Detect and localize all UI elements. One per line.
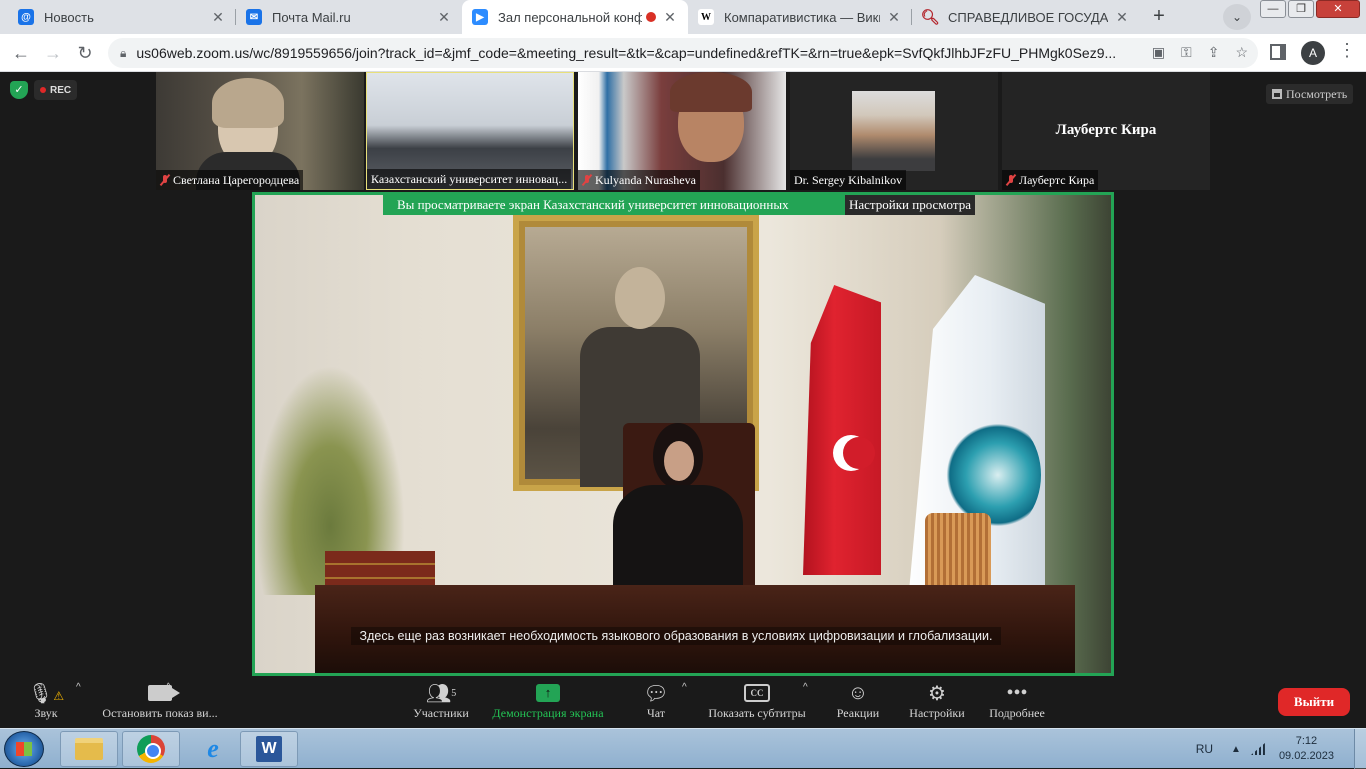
key-icon[interactable]: ⚿ — [1181, 44, 1192, 61]
participant-tile[interactable]: Светлана Царегородцева — [156, 72, 364, 190]
zoom-icon: ▶ — [472, 9, 488, 25]
more-dots-icon: ••• — [1006, 681, 1028, 704]
audio-options-caret-icon[interactable]: ^ — [76, 682, 81, 693]
tab-mail[interactable]: ✉ Почта Mail.ru ✕ — [236, 0, 462, 34]
chat-options-caret-icon[interactable]: ^ — [682, 682, 687, 693]
tab-zoom-meeting[interactable]: ▶ Зал персональной конфе ✕ — [462, 0, 688, 34]
rec-dot-icon — [40, 87, 46, 93]
show-desktop-button[interactable] — [1354, 729, 1366, 769]
participants-icon: 👥︎ — [425, 682, 452, 705]
participant-display-name: Лаубертс Кира — [1055, 122, 1157, 138]
word-icon: W — [256, 736, 282, 762]
address-bar[interactable]: 🔒︎ us06web.zoom.us/wc/8919559656/join?tr… — [108, 38, 1258, 68]
mail-at-icon: @ — [18, 9, 34, 25]
meeting-controls-bar: 🎙︎⚠ Звук ^ Остановить показ ви... ^ 👥︎ 5 … — [0, 676, 1366, 728]
system-tray: RU ▲ 7:12 09.02.2023 — [1196, 729, 1366, 769]
view-button[interactable]: Посмотреть — [1266, 84, 1354, 104]
mic-muted-icon — [1006, 174, 1016, 186]
more-button[interactable]: ••• Подробнее — [986, 680, 1048, 726]
close-icon[interactable]: ✕ — [210, 9, 226, 26]
screen-share-view[interactable]: Здесь еще раз возникает необходимость яз… — [252, 192, 1114, 676]
taskbar-explorer[interactable] — [60, 731, 118, 767]
participant-tile[interactable]: Лаубертс Кира Лаубертс Кира — [1002, 72, 1210, 190]
bookmark-star-icon[interactable]: ☆ — [1235, 44, 1248, 61]
audio-button[interactable]: 🎙︎⚠ Звук — [22, 680, 70, 726]
taskbar-chrome[interactable] — [122, 731, 180, 767]
window-close-button[interactable]: ✕ — [1316, 0, 1360, 18]
internet-explorer-icon: e — [207, 734, 219, 763]
windows-taskbar: e W RU ▲ 7:12 09.02.2023 — [0, 728, 1366, 769]
participant-photo — [852, 91, 935, 171]
recording-badge[interactable]: REC — [34, 80, 78, 100]
share-screen-button[interactable]: ↑ Демонстрация экрана — [490, 680, 606, 726]
start-button[interactable] — [4, 731, 44, 767]
show-hidden-icons-icon[interactable]: ▲ — [1231, 744, 1241, 755]
show-subtitles-button[interactable]: CC Показать субтитры — [704, 680, 810, 726]
close-icon[interactable]: ✕ — [1114, 9, 1130, 26]
closed-captions-icon: CC — [744, 684, 770, 702]
chrome-icon — [137, 735, 165, 763]
share-banner: Вы просматриваете экран Казахстанский ун… — [383, 195, 863, 215]
encryption-shield-icon[interactable]: ✓ — [10, 81, 28, 99]
leave-button[interactable]: Выйти — [1278, 688, 1350, 716]
subtitles-options-caret-icon[interactable]: ^ — [803, 682, 808, 693]
tab-novost[interactable]: @ Новость ✕ — [8, 0, 236, 34]
window-controls: — ❐ ✕ — [1260, 0, 1360, 18]
video-options-caret-icon[interactable]: ^ — [166, 682, 171, 693]
back-arrow-icon[interactable]: ← — [8, 40, 34, 66]
close-icon[interactable]: ✕ — [436, 9, 452, 26]
side-panel-icon[interactable] — [1270, 44, 1286, 60]
taskbar-internet-explorer[interactable]: e — [184, 731, 242, 767]
reload-icon[interactable]: ↻ — [72, 40, 98, 66]
search-icon: 🔍︎ — [920, 9, 940, 26]
tab-search-menu-icon[interactable]: ⌄ — [1223, 4, 1251, 30]
participants-button[interactable]: 👥︎ 5 Участники — [410, 680, 472, 726]
settings-button[interactable]: ⚙︎ Настройки — [906, 680, 968, 726]
clock[interactable]: 7:12 09.02.2023 — [1279, 734, 1334, 764]
share-screen-icon: ↑ — [536, 684, 560, 702]
stop-video-button[interactable]: Остановить показ ви... — [100, 680, 220, 726]
view-options-button[interactable]: Настройки просмотра — [845, 195, 975, 215]
zoom-meeting-area: ✓ REC Посмотреть Светлана Царегородцева … — [0, 72, 1366, 676]
browser-menu-icon[interactable]: ⋮ — [1338, 40, 1356, 61]
turkish-flag — [803, 285, 881, 575]
chat-button[interactable]: 💬︎ Чат — [636, 680, 676, 726]
mic-muted-icon — [160, 174, 170, 186]
participant-tile-active-speaker[interactable]: Казахстанский университет инновац... — [366, 72, 574, 190]
recording-indicator-icon — [646, 12, 656, 22]
tab-wikipedia[interactable]: W Компаративистика — Википе ✕ — [688, 0, 912, 34]
maximize-button[interactable]: ❐ — [1288, 0, 1314, 18]
smiley-plus-icon: ☺︎ — [847, 681, 869, 704]
chat-bubble-icon: 💬︎ — [643, 682, 669, 705]
share-icon[interactable]: ⇪ — [1208, 44, 1220, 61]
new-tab-button[interactable]: + — [1145, 4, 1173, 30]
minimize-button[interactable]: — — [1260, 0, 1286, 18]
lock-icon[interactable]: 🔒︎ — [120, 46, 126, 61]
participants-count: 5 — [451, 687, 457, 699]
popup-blocked-icon[interactable]: ▣ — [1152, 44, 1165, 61]
language-indicator[interactable]: RU — [1196, 742, 1213, 756]
folder-icon — [75, 738, 103, 760]
network-signal-icon[interactable] — [1250, 743, 1265, 755]
close-icon[interactable]: ✕ — [886, 9, 902, 26]
forward-arrow-icon[interactable]: → — [40, 40, 66, 66]
close-icon[interactable]: ✕ — [662, 9, 678, 26]
reactions-button[interactable]: ☺︎ Реакции — [832, 680, 884, 726]
gear-icon: ⚙︎ — [928, 682, 946, 705]
taskbar-word[interactable]: W — [240, 731, 298, 767]
grid-view-icon — [1272, 89, 1282, 99]
tab-search[interactable]: 🔍︎ СПРАВЕДЛИВОЕ ГОСУДАРСТ ✕ — [912, 0, 1140, 34]
browser-toolbar: ← → ↻ 🔒︎ us06web.zoom.us/wc/8919559656/j… — [0, 34, 1366, 72]
microphone-warning-icon: 🎙︎⚠ — [27, 682, 65, 705]
subtitle-caption: Здесь еще раз возникает необходимость яз… — [351, 627, 1001, 645]
wikipedia-icon: W — [698, 9, 714, 25]
participant-tile[interactable]: Dr. Sergey Kibalnikov — [790, 72, 998, 190]
browser-tab-strip: @ Новость ✕ ✉ Почта Mail.ru ✕ ▶ Зал перс… — [0, 0, 1366, 34]
participant-tile[interactable]: Kulyanda Nurasheva — [578, 72, 786, 190]
mic-muted-icon — [582, 174, 592, 186]
profile-avatar[interactable]: A — [1301, 41, 1325, 65]
mail-envelope-icon: ✉ — [246, 9, 262, 25]
